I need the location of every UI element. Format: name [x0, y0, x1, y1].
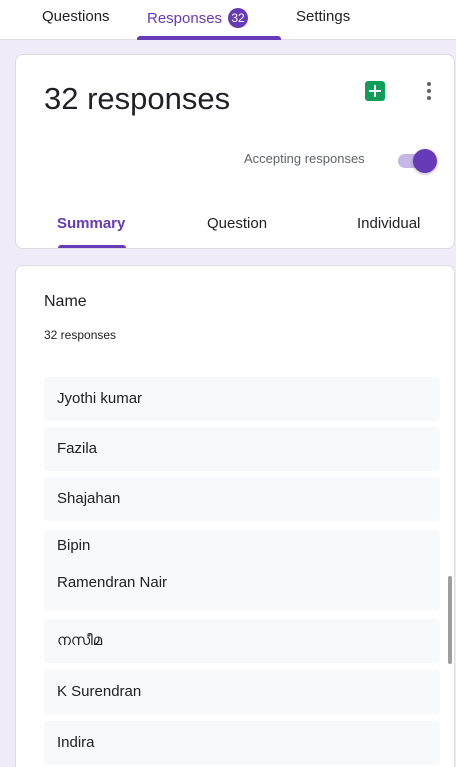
- answer-item: Fazila: [44, 427, 440, 471]
- responses-count-badge: 32: [228, 8, 249, 28]
- question-response-count: 32 responses: [44, 328, 117, 342]
- answer-item: Jyothi kumar: [44, 377, 440, 421]
- accepting-responses-toggle[interactable]: [396, 149, 438, 173]
- subtab-summary[interactable]: Summary: [57, 215, 125, 232]
- tab-responses[interactable]: Responses 32: [147, 8, 249, 28]
- answer-item: Shajahan: [44, 477, 440, 521]
- toggle-knob: [413, 149, 437, 173]
- responses-header-card: 32 responses Accepting responses Summary…: [15, 54, 455, 249]
- answer-item: നസീമ: [44, 619, 440, 663]
- scrollbar-thumb[interactable]: [448, 576, 452, 664]
- answer-item: Indira: [44, 721, 440, 765]
- top-nav: Questions Responses 32 Settings: [0, 0, 456, 40]
- sheets-icon[interactable]: [365, 81, 385, 101]
- more-vert-icon[interactable]: [421, 81, 437, 101]
- active-tab-indicator: [137, 36, 281, 40]
- tab-settings[interactable]: Settings: [296, 8, 350, 25]
- answer-item: K Surendran: [44, 670, 440, 714]
- active-subtab-indicator: [58, 245, 126, 248]
- subtab-individual[interactable]: Individual: [357, 215, 420, 232]
- answer-item: Ramendran Nair: [44, 568, 440, 610]
- tab-responses-label: Responses: [147, 10, 223, 27]
- accepting-responses-label: Accepting responses: [244, 151, 365, 166]
- tab-questions[interactable]: Questions: [42, 8, 110, 25]
- response-count-title: 32 responses: [44, 81, 231, 116]
- question-summary-card: Name 32 responses Jyothi kumar Fazila Sh…: [15, 265, 455, 767]
- subtab-question[interactable]: Question: [207, 215, 267, 232]
- question-title: Name: [44, 293, 87, 310]
